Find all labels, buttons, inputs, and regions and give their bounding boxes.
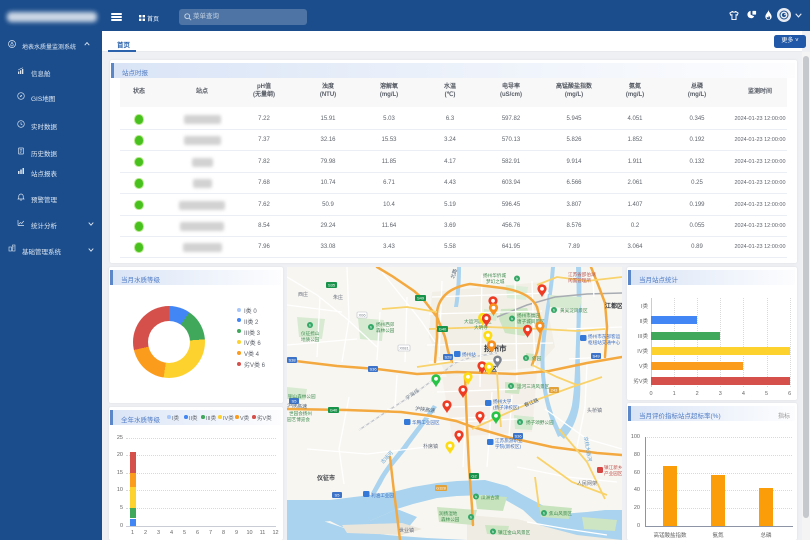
svg-text:利涵工业园: 利涵工业园 [371,492,394,499]
svg-text:h: h [516,276,518,281]
svg-text:学院(新校区): 学院(新校区) [495,443,521,450]
svg-text:h: h [511,316,513,321]
svg-text:S49: S49 [417,296,425,301]
svg-text:产业园区: 产业园区 [604,470,622,477]
svg-text:江都区: 江都区 [605,302,622,310]
svg-text:扬州市东部客运: 扬州市东部客运 [588,333,621,340]
svg-text:地质公园: 地质公园 [301,336,320,343]
svg-text:扬子颂野公园: 扬子颂野公园 [526,419,554,426]
svg-text:镇江新乡: 镇江新乡 [604,464,622,471]
svg-text:江苏省邵伯湖: 江苏省邵伯湖 [568,271,596,278]
svg-text:(扬子津校区): (扬子津校区) [493,404,519,411]
svg-text:G40: G40 [330,408,338,413]
svg-text:黄吴淀风景区: 黄吴淀风景区 [560,307,588,314]
svg-text:世业镇: 世业镇 [399,527,414,534]
svg-text:h: h [475,494,477,499]
svg-text:头桥镇: 头桥镇 [587,407,602,414]
svg-text:h: h [470,515,472,520]
svg-text:h: h [553,308,555,313]
svg-text:h: h [370,325,372,330]
svg-text:S38: S38 [288,358,296,363]
svg-text:扬州市馥园: 扬州市馥园 [517,312,540,319]
svg-text:仪征捺山: 仪征捺山 [301,330,320,337]
svg-text:X081: X081 [399,346,409,351]
svg-text:润扬湿地: 润扬湿地 [439,510,458,517]
svg-text:世园会扬州: 世园会扬州 [289,410,312,417]
svg-text:森林公园: 森林公园 [441,516,460,523]
svg-text:h: h [309,323,311,328]
svg-text:h: h [525,356,527,361]
svg-text:人民网架: 人民网架 [577,481,597,487]
svg-text:S35: S35 [328,283,336,288]
svg-text:扬州西郊: 扬州西郊 [376,321,395,328]
svg-text:西庄: 西庄 [298,291,308,298]
svg-text:镇江金山风景区: 镇江金山风景区 [498,529,531,536]
svg-text:沪陕高速: 沪陕高速 [287,402,307,410]
svg-text:焦山风景区: 焦山风景区 [549,510,572,517]
svg-text:闲置管理所: 闲置管理所 [568,277,591,284]
svg-text:h: h [510,384,512,389]
svg-text:扬州华侨城: 扬州华侨城 [483,272,506,279]
svg-text:森林公园: 森林公园 [376,327,395,334]
svg-text:243: 243 [551,388,558,393]
svg-text:运河三湾风景区: 运河三湾风景区 [517,383,550,390]
svg-text:S49: S49 [592,354,600,359]
svg-text:S28: S28 [444,355,452,360]
svg-text:园艺博览会: 园艺博览会 [287,416,310,423]
svg-text:G328: G328 [436,486,447,491]
svg-text:h: h [519,420,521,425]
svg-text:何园: 何园 [532,355,542,362]
svg-text:朱庄: 朱庄 [333,294,343,301]
svg-text:G40: G40 [439,327,447,332]
svg-text:瓜洲古渡: 瓜洲古渡 [481,494,500,501]
svg-text:华腾工业园区: 华腾工业园区 [412,419,440,426]
svg-text:S36: S36 [369,367,377,372]
svg-text:扬州大学: 扬州大学 [493,398,512,405]
svg-text:朴席镇: 朴席镇 [423,443,438,450]
svg-text:仪征市: 仪征市 [316,474,335,482]
svg-text:铜山森林公园: 铜山森林公园 [288,393,316,400]
svg-text:梦幻之城: 梦幻之城 [486,278,505,285]
svg-text:X06: X06 [358,313,366,318]
svg-text:S5: S5 [335,493,341,498]
svg-text:枢纽站交通中心: 枢纽站交通中心 [588,339,621,346]
svg-text:h: h [543,511,545,516]
svg-text:h: h [492,529,494,534]
svg-text:扬州站: 扬州站 [462,351,476,358]
svg-text:江苏旅游职业: 江苏旅游职业 [495,437,523,444]
svg-text:G2: G2 [471,474,477,479]
